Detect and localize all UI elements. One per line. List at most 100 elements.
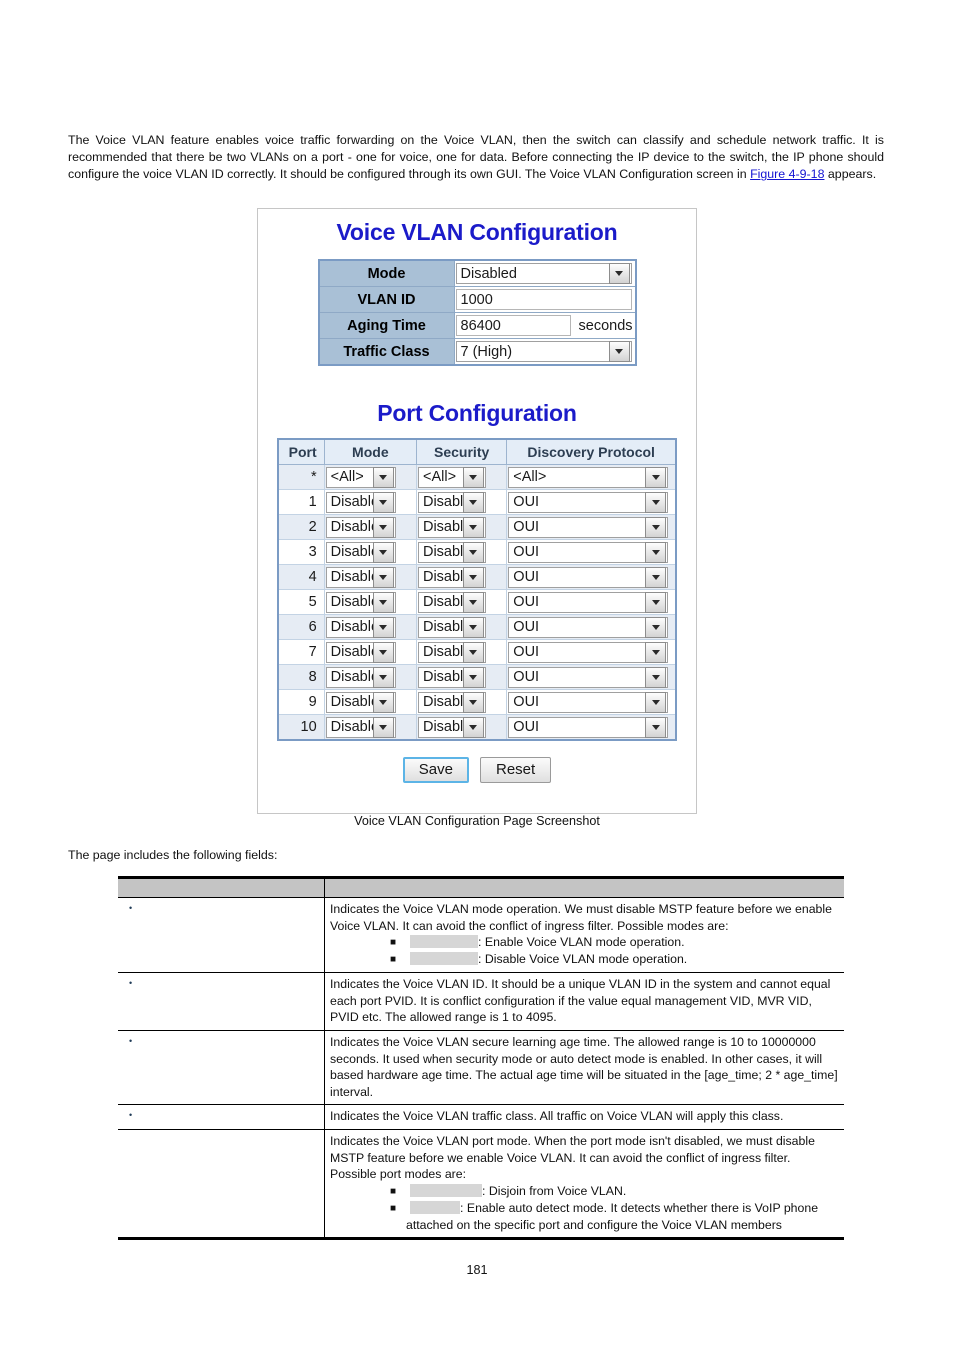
mode-select-value: Disabled <box>330 519 373 535</box>
security-select[interactable]: Disabled <box>417 716 486 738</box>
chevron-down-icon[interactable] <box>645 641 667 663</box>
intro-text-part2: appears. <box>824 167 877 182</box>
chevron-down-icon[interactable] <box>372 591 394 613</box>
chevron-down-icon[interactable] <box>645 616 667 638</box>
chevron-down-icon[interactable] <box>608 263 630 284</box>
chevron-down-icon[interactable] <box>645 516 667 538</box>
chevron-down-icon[interactable] <box>462 516 484 538</box>
field-description-body: • Indicates the Voice VLAN mode operation… <box>118 877 844 1239</box>
vlan-id-input[interactable]: 1000 <box>455 289 632 310</box>
discovery-select[interactable]: OUI <box>508 541 669 563</box>
security-select[interactable]: Disabled <box>417 566 486 588</box>
discovery-select-value: OUI <box>513 719 540 735</box>
security-select-value: Disabled <box>422 594 463 610</box>
chevron-down-icon[interactable] <box>645 466 667 488</box>
mode-select[interactable]: <All> <box>325 466 396 488</box>
security-select[interactable]: Disabled <box>417 591 486 613</box>
discovery-select[interactable]: OUI <box>508 566 669 588</box>
chevron-down-icon[interactable] <box>645 566 667 588</box>
field-table-header-row <box>118 877 844 898</box>
mode-select[interactable]: Disabled <box>325 716 396 738</box>
port-number-cell: 6 <box>277 614 325 640</box>
discovery-select[interactable]: OUI <box>508 641 669 663</box>
chevron-down-icon[interactable] <box>372 516 394 538</box>
security-cell: Disabled <box>415 539 508 565</box>
chevron-down-icon[interactable] <box>372 541 394 563</box>
mode-select[interactable]: Disabled <box>325 491 396 513</box>
reset-button[interactable]: Reset <box>480 757 552 783</box>
discovery-select[interactable]: OUI <box>508 616 669 638</box>
chevron-down-icon[interactable] <box>462 491 484 513</box>
mode-select[interactable]: Disabled <box>325 616 396 638</box>
mode-cell: Disabled <box>323 489 417 515</box>
mode-select[interactable]: Disabled <box>325 666 396 688</box>
port-table-body: * <All> <All> <All> 1 Disabled Disabled OUI 2 Dis… <box>277 464 677 741</box>
chevron-down-icon[interactable] <box>372 466 394 488</box>
mode-select-value: Disabled <box>330 569 373 585</box>
chevron-down-icon[interactable] <box>462 466 484 488</box>
chevron-down-icon[interactable] <box>372 566 394 588</box>
security-select[interactable]: Disabled <box>417 666 486 688</box>
screenshot-figure: Voice VLAN Configuration Mode Disabled V… <box>257 208 697 814</box>
traffic-class-select[interactable]: 7 (High) <box>455 341 632 362</box>
chevron-down-icon[interactable] <box>645 491 667 513</box>
mode-select[interactable]: Disabled <box>325 641 396 663</box>
chevron-down-icon[interactable] <box>645 591 667 613</box>
chevron-down-icon[interactable] <box>462 616 484 638</box>
chevron-down-icon[interactable] <box>462 566 484 588</box>
square-bullet-icon: ■ <box>390 1202 397 1214</box>
bullet-marker: • <box>129 978 133 989</box>
mode-select[interactable]: Disabled <box>325 691 396 713</box>
chevron-down-icon[interactable] <box>462 666 484 688</box>
chevron-down-icon[interactable] <box>462 591 484 613</box>
discovery-select-value: OUI <box>513 669 540 685</box>
mode-select-value: <All> <box>330 469 364 485</box>
discovery-select[interactable]: OUI <box>508 691 669 713</box>
discovery-select[interactable]: <All> <box>508 466 669 488</box>
aging-time-input[interactable]: 86400 <box>455 315 571 336</box>
mode-select[interactable]: Disabled <box>455 263 632 284</box>
security-select[interactable]: Disabled <box>417 491 486 513</box>
table-row: 1 Disabled Disabled OUI <box>277 489 677 515</box>
chevron-down-icon[interactable] <box>645 541 667 563</box>
chevron-down-icon[interactable] <box>645 666 667 688</box>
figure-reference-link[interactable]: Figure 4-9-18 <box>750 167 824 181</box>
security-select[interactable]: <All> <box>417 466 486 488</box>
traffic-class-label: Traffic Class <box>318 338 455 366</box>
chevron-down-icon[interactable] <box>608 341 630 362</box>
chevron-down-icon[interactable] <box>462 691 484 713</box>
chevron-down-icon[interactable] <box>645 691 667 713</box>
security-select[interactable]: Disabled <box>417 541 486 563</box>
field-name-cell: • <box>118 972 325 1031</box>
chevron-down-icon[interactable] <box>462 641 484 663</box>
save-button[interactable]: Save <box>402 757 469 783</box>
discovery-cell: OUI <box>506 589 677 615</box>
security-select[interactable]: Disabled <box>417 691 486 713</box>
security-select-value: Disabled <box>422 719 463 735</box>
chevron-down-icon[interactable] <box>462 541 484 563</box>
chevron-down-icon[interactable] <box>372 616 394 638</box>
discovery-select[interactable]: OUI <box>508 716 669 738</box>
discovery-select[interactable]: OUI <box>508 516 669 538</box>
chevron-down-icon[interactable] <box>372 641 394 663</box>
discovery-select[interactable]: OUI <box>508 591 669 613</box>
security-select[interactable]: Disabled <box>417 641 486 663</box>
chevron-down-icon[interactable] <box>372 491 394 513</box>
chevron-down-icon[interactable] <box>645 716 667 738</box>
discovery-select-value: OUI <box>513 544 540 560</box>
description-text: Indicates the Voice VLAN traffic class. … <box>330 1109 784 1124</box>
chevron-down-icon[interactable] <box>372 666 394 688</box>
chevron-down-icon[interactable] <box>372 716 394 738</box>
column-header-security: Security <box>415 438 508 465</box>
security-select[interactable]: Disabled <box>417 616 486 638</box>
mode-select[interactable]: Disabled <box>325 566 396 588</box>
chevron-down-icon[interactable] <box>462 716 484 738</box>
mode-label: Mode <box>318 259 455 287</box>
discovery-select[interactable]: OUI <box>508 491 669 513</box>
security-select[interactable]: Disabled <box>417 516 486 538</box>
chevron-down-icon[interactable] <box>372 691 394 713</box>
mode-select[interactable]: Disabled <box>325 516 396 538</box>
mode-select[interactable]: Disabled <box>325 541 396 563</box>
discovery-select[interactable]: OUI <box>508 666 669 688</box>
mode-select[interactable]: Disabled <box>325 591 396 613</box>
